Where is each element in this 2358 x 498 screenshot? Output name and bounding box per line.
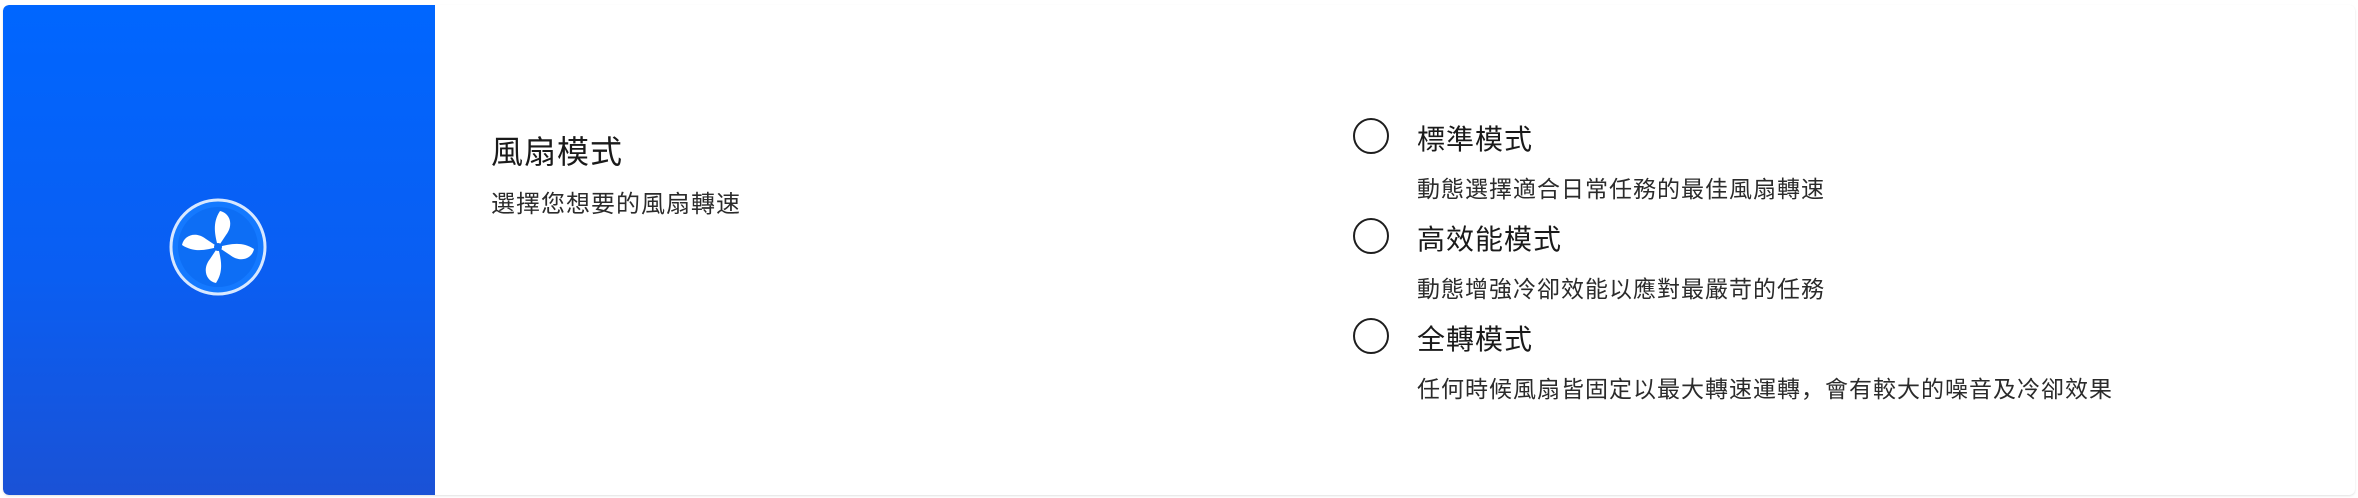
standard-mode-description: 動態選擇適合日常任務的最佳風扇轉速 [1417,177,1825,203]
full-speed-mode-label: 全轉模式 [1417,323,1534,356]
section-title: 風扇模式 [491,133,624,171]
high-performance-mode-radio[interactable] [1353,218,1389,254]
option-standard-mode[interactable]: 標準模式 動態選擇適合日常任務的最佳風扇轉速 [1353,118,2253,210]
full-speed-mode-description: 任何時候風扇皆固定以最大轉速運轉，會有較大的噪音及冷卻效果 [1417,377,2113,403]
section-subtitle: 選擇您想要的風扇轉速 [491,190,741,218]
high-performance-mode-label: 高效能模式 [1417,223,1563,256]
fan-mode-hero-panel [3,5,435,495]
option-full-speed-mode[interactable]: 全轉模式 任何時候風扇皆固定以最大轉速運轉，會有較大的噪音及冷卻效果 [1353,318,2253,410]
fan-mode-card: 風扇模式 選擇您想要的風扇轉速 標準模式 動態選擇適合日常任務的最佳風扇轉速 高… [3,5,2355,495]
full-speed-mode-radio[interactable] [1353,318,1389,354]
option-high-performance-mode[interactable]: 高效能模式 動態增強冷卻效能以應對最嚴苛的任務 [1353,218,2253,310]
fan-icon [169,198,267,296]
high-performance-mode-description: 動態增強冷卻效能以應對最嚴苛的任務 [1417,277,1825,303]
standard-mode-label: 標準模式 [1417,123,1534,156]
standard-mode-radio[interactable] [1353,118,1389,154]
